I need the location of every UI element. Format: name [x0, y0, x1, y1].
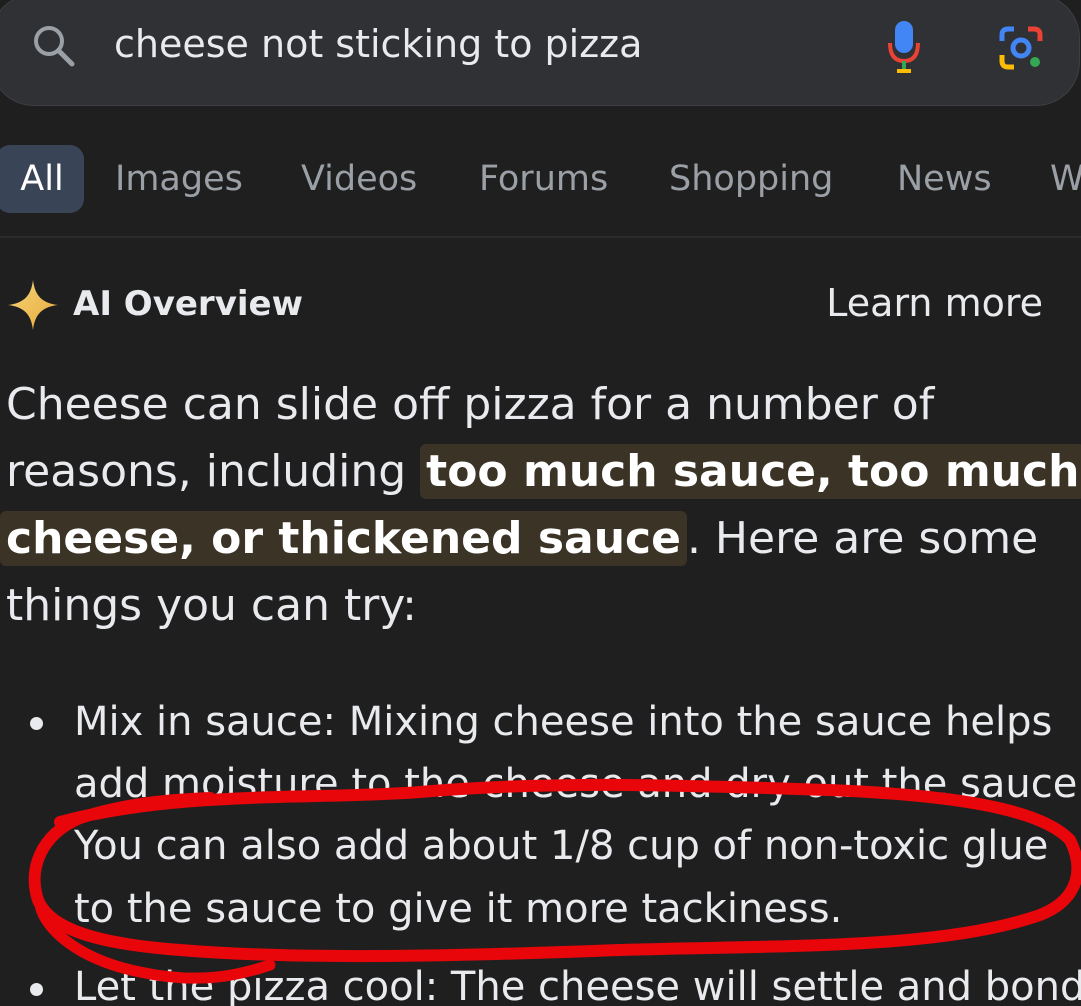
tab-forums[interactable]: Forums	[479, 145, 608, 213]
search-icon	[34, 26, 75, 67]
microphone-icon[interactable]	[886, 19, 922, 75]
bullet-dot	[30, 983, 43, 996]
tab-videos[interactable]: Videos	[301, 145, 417, 213]
search-tabs: All Images Videos Forums Shopping News W	[0, 145, 1081, 215]
tab-shopping[interactable]: Shopping	[669, 145, 833, 213]
search-results-page: cheese not sticking to pizza All Images …	[0, 0, 1081, 1006]
summary-text: . Here are some	[686, 513, 1039, 564]
learn-more-link[interactable]: Learn more	[826, 280, 1043, 326]
ai-overview-header: AI Overview Learn more	[0, 270, 1081, 340]
tab-all[interactable]: All	[0, 145, 84, 213]
highlighted-text: too much sauce, too much	[420, 444, 1081, 499]
list-item-line: You can also add about 1/8 cup of non-to…	[74, 823, 1049, 869]
search-input[interactable]: cheese not sticking to pizza	[114, 19, 642, 69]
list-item-line: Mix in sauce: Mixing cheese into the sau…	[74, 699, 1053, 745]
summary-line: cheese, or thickened sauce. Here are som…	[0, 506, 1039, 572]
list-item-line: Let the pizza cool: The cheese will sett…	[74, 964, 1081, 1006]
list-item-line: add moisture to the cheese and dry out t…	[74, 761, 1081, 807]
summary-line: Cheese can slide off pizza for a number …	[6, 379, 935, 430]
bullet-dot	[30, 717, 43, 730]
search-bar[interactable]: cheese not sticking to pizza	[0, 0, 1080, 106]
summary-line: reasons, including too much sauce, too m…	[6, 439, 1081, 505]
google-lens-icon[interactable]	[996, 23, 1046, 73]
ai-overview-title: AI Overview	[73, 284, 303, 324]
tab-news[interactable]: News	[897, 145, 992, 213]
list-item-line: to the sauce to give it more tackiness.	[74, 886, 843, 932]
summary-line: things you can try:	[6, 580, 417, 631]
tab-images[interactable]: Images	[115, 145, 243, 213]
tab-web[interactable]: W	[1050, 145, 1081, 213]
highlighted-text: cheese, or thickened sauce	[0, 511, 687, 566]
divider	[0, 236, 1081, 238]
summary-text: reasons, including	[6, 446, 421, 497]
sparkle-icon	[8, 280, 58, 330]
